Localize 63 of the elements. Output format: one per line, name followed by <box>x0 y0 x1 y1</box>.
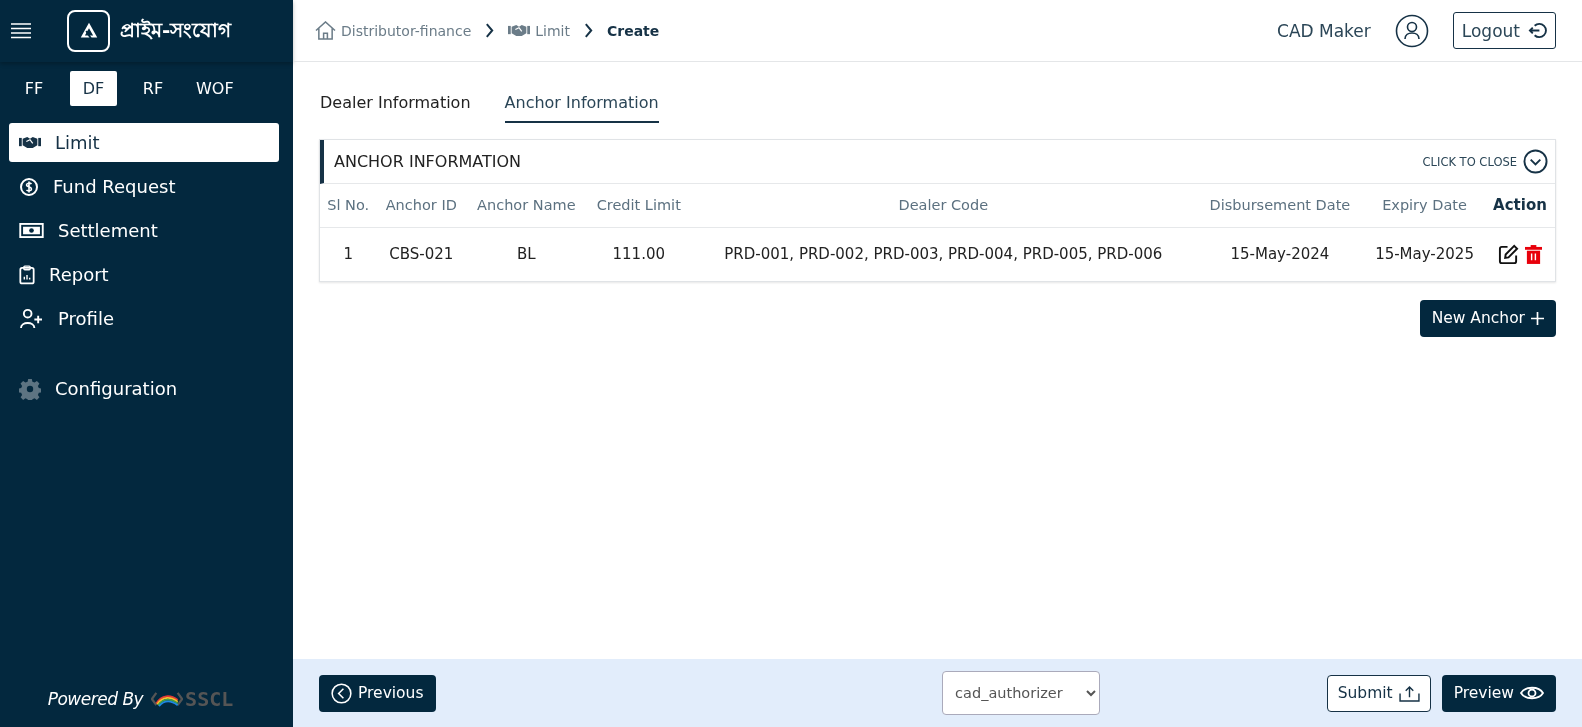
table-cell: BL <box>466 227 587 281</box>
table-cell: 15-May-2025 <box>1364 227 1485 281</box>
previous-button[interactable]: Previous <box>319 674 436 712</box>
column-header: Disbursement Date <box>1195 184 1365 227</box>
role-select[interactable]: cad_authorizer <box>942 671 1101 715</box>
chevron-right-icon <box>584 23 593 38</box>
table-cell: 1 <box>320 227 377 281</box>
eye-icon <box>1520 685 1544 701</box>
module-tab[interactable]: RF <box>131 71 175 106</box>
nav-item[interactable]: Configuration <box>9 369 279 408</box>
nav-item[interactable]: Fund Request <box>9 167 279 206</box>
logo-icon <box>67 10 110 52</box>
tab[interactable]: Anchor Information <box>504 90 659 123</box>
collapse-toggle[interactable]: CLICK TO CLOSE <box>1422 149 1548 174</box>
powered-by-text: Powered By <box>47 689 144 709</box>
table-cell: 111.00 <box>586 227 691 281</box>
new-anchor-button[interactable]: New Anchor <box>1419 299 1556 337</box>
breadcrumb-link[interactable]: Limit <box>508 22 570 39</box>
module-tab[interactable]: FF <box>12 71 56 106</box>
breadcrumb-link[interactable]: Distributor-finance <box>315 21 472 40</box>
panel-title: ANCHOR INFORMATION <box>334 152 522 171</box>
nav-item[interactable]: Settlement <box>9 211 279 250</box>
column-header: Credit Limit <box>586 184 691 227</box>
plus-icon <box>1531 311 1544 325</box>
breadcrumb-link[interactable]: Create <box>607 22 660 39</box>
gear-icon <box>19 377 41 400</box>
module-tab[interactable]: DF <box>70 71 117 106</box>
banknote-icon <box>19 223 44 238</box>
user-name: CAD Maker <box>1277 20 1371 41</box>
chevron-down-circle-icon <box>1523 149 1548 174</box>
column-header: Anchor ID <box>376 184 467 227</box>
tab[interactable]: Dealer Information <box>320 90 471 123</box>
submit-button[interactable]: Submit <box>1326 674 1431 712</box>
chevron-right-icon <box>485 23 495 38</box>
module-tab[interactable]: WOF <box>189 71 241 106</box>
menu-button[interactable] <box>11 23 31 39</box>
table-cell: CBS-021 <box>376 227 467 281</box>
nav-item[interactable]: Profile <box>9 299 279 338</box>
column-header: Sl No. <box>320 184 377 227</box>
preview-button[interactable]: Preview <box>1441 674 1556 712</box>
trash-icon[interactable] <box>1525 244 1542 264</box>
chevron-left-circle-icon <box>331 682 352 704</box>
edit-icon[interactable] <box>1498 243 1519 265</box>
handshake-icon <box>19 135 41 150</box>
nav-item[interactable]: Report <box>9 255 279 294</box>
handshake-icon <box>508 23 531 38</box>
column-header: Action <box>1485 184 1555 227</box>
upload-icon <box>1398 684 1420 702</box>
table-cell: 15-May-2024 <box>1195 227 1365 281</box>
clipboard-icon <box>19 264 35 285</box>
company-logo: SSCL <box>151 687 234 711</box>
logout-icon <box>1528 21 1547 40</box>
user-avatar-icon[interactable] <box>1394 13 1429 48</box>
add-person-icon <box>19 308 44 329</box>
column-header: Anchor Name <box>466 184 587 227</box>
nav-item[interactable]: Limit <box>9 123 279 162</box>
brand-name: প্রাইম-সংযোগ <box>120 16 232 44</box>
table-cell: PRD-001, PRD-002, PRD-003, PRD-004, PRD-005, PRD-006 <box>690 227 1196 281</box>
column-header: Expiry Date <box>1364 184 1485 227</box>
dollar-circle-icon <box>19 176 39 197</box>
logout-button[interactable]: Logout <box>1452 12 1556 49</box>
column-header: Dealer Code <box>690 184 1196 227</box>
home-icon <box>315 21 336 40</box>
